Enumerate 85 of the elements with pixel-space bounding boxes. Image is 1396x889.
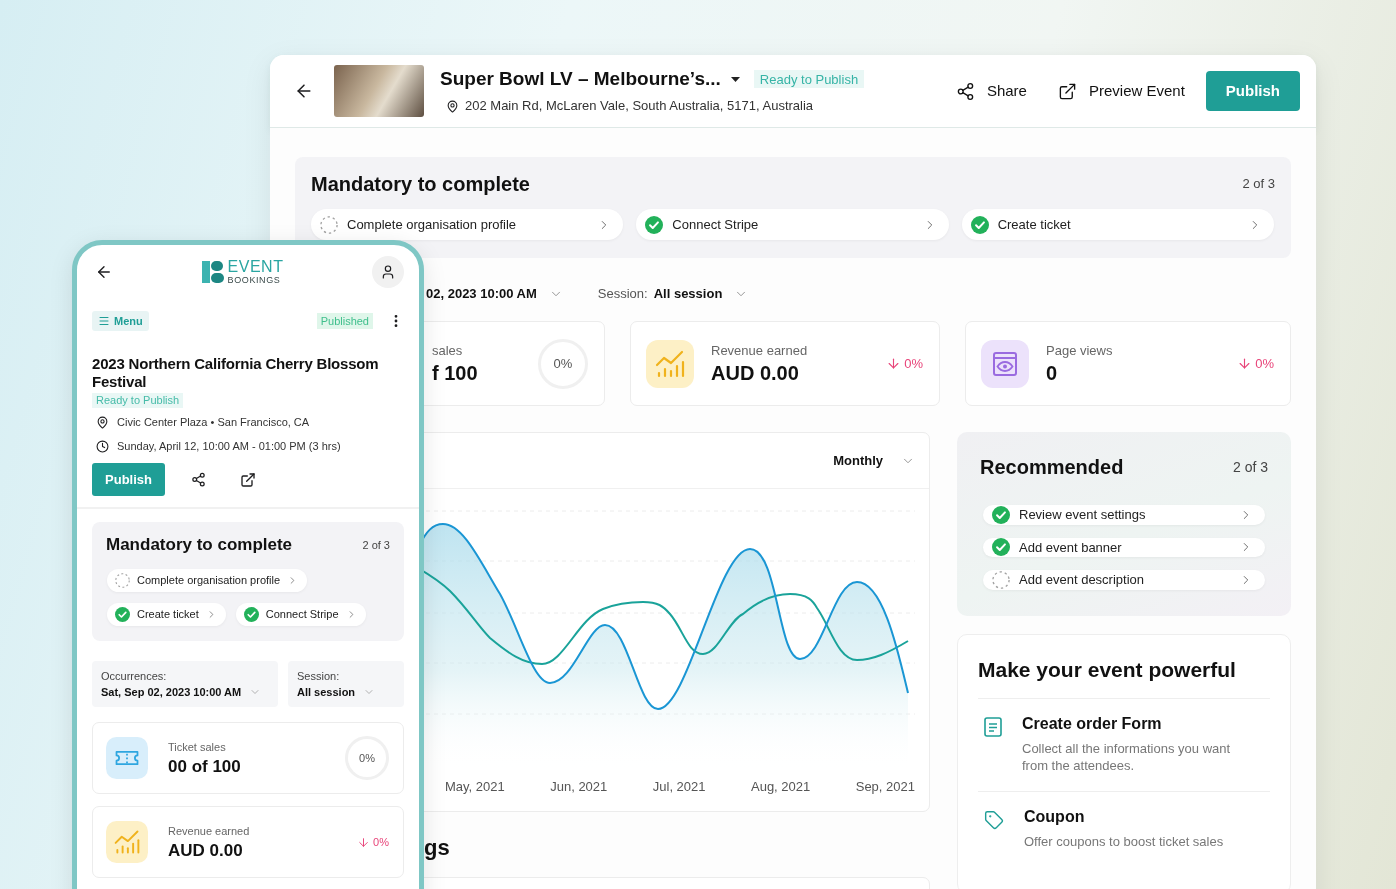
event-time: Sunday, April 12, 10:00 AM - 01:00 PM (3 hrs) — [117, 438, 341, 454]
stat-value: 00 of 100 — [168, 755, 241, 777]
stat-label: Revenue earned — [711, 342, 808, 361]
filter-dropdown[interactable]: All session — [653, 284, 749, 304]
chart-trend-icon — [106, 821, 148, 863]
arrow-down-icon — [1237, 356, 1253, 371]
preview-button[interactable] — [240, 471, 256, 488]
filter-dropdown[interactable]: Sat, Sep 02, 2023 10:00 AM — [101, 685, 262, 699]
menu-icon — [98, 315, 110, 327]
external-link-icon — [240, 471, 256, 488]
task-item[interactable]: Complete organisation profile — [311, 209, 624, 240]
back-button[interactable] — [95, 263, 113, 281]
filter-label: Occurrences: — [101, 669, 167, 683]
section-title: Make your event powerful — [978, 656, 1236, 683]
location-pin-icon — [446, 99, 459, 113]
period-dropdown[interactable]: Monthly — [833, 450, 915, 471]
preview-button[interactable]: Preview Event — [1057, 79, 1185, 103]
clock-icon — [96, 439, 109, 453]
axis-label: Jul, 2021 — [652, 778, 706, 797]
task-item[interactable]: Connect Stripe — [636, 209, 949, 240]
filter-dropdown[interactable]: All session — [297, 685, 376, 699]
brand-name: EVENT — [227, 259, 284, 275]
filter-dropdown[interactable]: 02, 2023 10:00 AM — [426, 284, 563, 304]
axis-label: Jun, 2021 — [550, 778, 608, 797]
chart-trend-icon — [646, 339, 694, 388]
axis-label: Aug, 2021 — [751, 778, 811, 797]
feature-description: Offer coupons to boost ticket sales — [1024, 832, 1225, 850]
section-title: Mandatory to complete — [106, 534, 293, 557]
task-item[interactable]: Add event description — [983, 570, 1265, 590]
share-icon — [955, 81, 975, 101]
task-item[interactable]: Review event settings — [983, 505, 1265, 525]
feature-description: Collect all the informations you want from the attendees. — [1022, 739, 1232, 774]
feature-title: Coupon — [1024, 807, 1085, 826]
logo-mark-icon — [201, 261, 224, 283]
event-title: 2023 Northern California Cherry Blossom Festival — [92, 355, 380, 391]
filter-label: Session: — [597, 285, 648, 304]
stat-label: sales — [432, 342, 463, 361]
arrow-down-icon — [357, 835, 371, 849]
document-icon — [984, 716, 1002, 737]
progress-count: 2 of 3 — [1242, 175, 1275, 194]
arrow-down-icon — [886, 356, 902, 371]
stat-value: AUD 0.00 — [168, 839, 243, 861]
stat-value: f 100 — [432, 360, 478, 386]
percent-label: 0% — [553, 354, 573, 373]
status-badge: Ready to Publish — [753, 70, 865, 89]
progress-count: 2 of 3 — [1232, 457, 1268, 477]
browser-eye-icon — [981, 339, 1029, 388]
profile-button[interactable] — [372, 256, 404, 288]
feature-title: Create order Form — [1022, 714, 1162, 733]
stat-label: Ticket sales — [168, 740, 226, 756]
task-item[interactable]: Complete organisation profile — [107, 569, 308, 592]
task-item[interactable]: Add event banner — [983, 537, 1265, 557]
event-location: Civic Center Plaza • San Francisco, CA — [117, 414, 310, 430]
status-badge: Published — [316, 313, 373, 329]
change-value: 0% — [904, 354, 923, 373]
user-icon — [380, 264, 396, 280]
external-link-icon — [1057, 81, 1077, 101]
event-title: Super Bowl LV – Melbourne’s... — [440, 67, 721, 92]
share-button[interactable]: Share — [955, 79, 1027, 103]
task-item[interactable]: Create ticket — [107, 603, 226, 626]
change-value: 0% — [1255, 354, 1274, 373]
section-title: Mandatory to complete — [311, 172, 530, 197]
brand-subtitle: BOOKINGS — [227, 276, 281, 285]
stat-label: Revenue earned — [168, 824, 250, 840]
stat-value: AUD 0.00 — [711, 360, 799, 386]
section-title: Recommended — [980, 455, 1124, 480]
share-button[interactable] — [191, 472, 206, 487]
stat-label: Page views — [1046, 342, 1113, 361]
task-item[interactable]: Connect Stripe — [235, 603, 366, 626]
task-item[interactable]: Create ticket — [961, 209, 1274, 240]
percent-label: 0% — [359, 750, 375, 766]
axis-label: May, 2021 — [445, 778, 505, 797]
progress-count: 2 of 3 — [362, 537, 390, 553]
caret-down-icon[interactable] — [730, 76, 740, 82]
status-badge: Ready to Publish — [92, 393, 184, 408]
location-pin-icon — [96, 415, 109, 429]
filter-label: Session: — [297, 669, 340, 683]
axis-label: Sep, 2021 — [855, 778, 915, 797]
ticket-icon — [106, 737, 148, 779]
change-value: 0% — [373, 834, 389, 850]
stat-value: 0 — [1046, 360, 1058, 386]
section-title: gs — [424, 836, 450, 860]
share-icon — [191, 472, 206, 487]
event-address: 202 Main Rd, McLaren Vale, South Australia, 5171, Australia — [465, 97, 814, 116]
tag-icon — [984, 809, 1004, 830]
